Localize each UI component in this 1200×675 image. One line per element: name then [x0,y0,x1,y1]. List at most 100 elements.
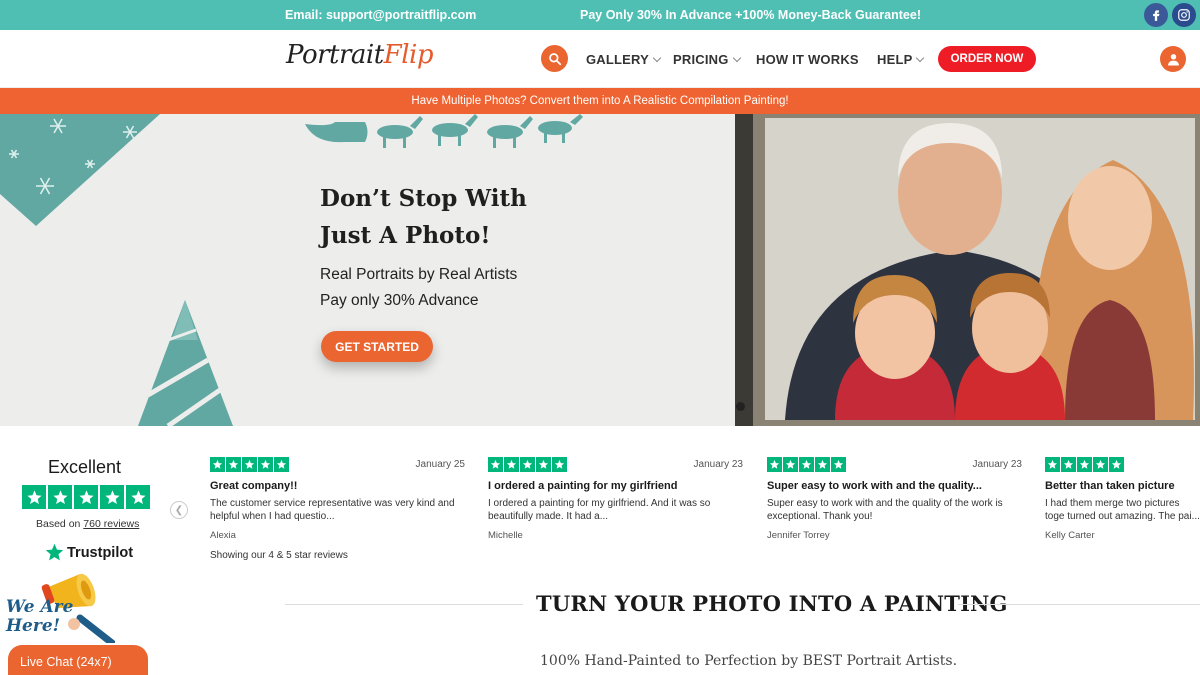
portraitflip-logo[interactable]: PortraitFlip [286,40,434,70]
review-author: Alexia [210,530,236,541]
star-icon [552,457,567,472]
hero-title-line1: Don’t Stop With [320,185,527,212]
instagram-icon[interactable] [1172,3,1196,27]
review-date: January 23 [972,459,1022,470]
review-stars [1045,457,1200,472]
search-icon [548,52,561,65]
review-card[interactable]: January 23 I ordered a painting for my g… [488,457,743,541]
review-author: Kelly Carter [1045,530,1095,541]
review-date: January 23 [693,459,743,470]
star-icon [799,457,814,472]
hero-subtitle-line1: Real Portraits by Real Artists [320,266,518,283]
facebook-icon[interactable] [1144,3,1168,27]
nav-gallery-label: GALLERY [586,52,650,67]
support-email-link[interactable]: Email: support@portraitflip.com [285,8,476,22]
based-on-prefix: Based on [36,518,84,530]
search-button[interactable] [541,45,568,72]
hero-background: Don’t Stop With Just A Photo! Real Portr… [0,114,735,426]
star-icon [767,457,782,472]
star-icon [74,485,98,509]
star-icon [1093,457,1108,472]
hero-subtitle: Real Portraits by Real Artists Pay only … [320,262,517,314]
snowflake-decoration-icon [0,114,160,226]
star-icon [831,457,846,472]
nav-pricing-label: PRICING [673,52,729,67]
chevron-left-icon: ❮ [174,504,184,516]
star-icon [1061,457,1076,472]
hero-painting-image [735,114,1200,426]
nav-help[interactable]: HELP [877,52,925,67]
review-card[interactable]: Better than taken picture I had them mer… [1045,457,1200,541]
review-author: Michelle [488,530,523,541]
trustpilot-summary: Excellent Based on 760 reviews Trustpilo… [0,426,170,576]
site-header: PortraitFlip GALLERY PRICING HOW IT WORK… [0,30,1200,88]
user-icon [1167,53,1179,65]
slider-dot[interactable] [736,402,745,411]
compilation-promo-text: Have Multiple Photos? Convert them into … [411,95,789,107]
star-icon [815,457,830,472]
trustpilot-star-icon [45,543,64,561]
star-icon [1077,457,1092,472]
trustpilot-based-on: Based on 760 reviews [36,518,139,530]
star-icon [22,485,46,509]
review-body: I had them merge two pictures toge turne… [1045,498,1200,522]
logo-text-portrait: Portrait [286,40,384,70]
star-icon [100,485,124,509]
get-started-button[interactable]: GET STARTED [321,331,433,362]
chevron-down-icon [732,53,741,63]
reviews-prev-button[interactable]: ❮ [170,501,188,519]
hero-title-line2: Just A Photo! [320,222,491,249]
sleigh-decoration-icon [305,114,583,148]
nav-how-it-works-label: HOW IT WORKS [756,52,859,67]
family-portrait-painting [765,118,1195,420]
hero-subtitle-line2: Pay only 30% Advance [320,292,479,309]
review-body: Super easy to work with and the quality … [767,498,1003,522]
review-title: I ordered a painting for my girlfriend [488,480,678,492]
review-card[interactable]: January 23 Super easy to work with and t… [767,457,1022,541]
promo-text: Pay Only 30% In Advance +100% Money-Back… [580,8,921,22]
star-icon [126,485,150,509]
section-title: TURN YOUR PHOTO INTO A PAINTING [536,591,1008,616]
review-body: I ordered a painting for my girlfriend. … [488,498,711,522]
section-subtitle: 100% Hand-Painted to Perfection by BEST … [540,653,958,669]
trustpilot-stars [22,485,150,509]
nav-pricing[interactable]: PRICING [673,52,741,67]
review-date: January 25 [415,459,465,470]
nav-help-label: HELP [877,52,913,67]
chevron-down-icon [652,53,662,63]
trustpilot-brand-text: Trustpilot [67,544,134,561]
nav-how-it-works[interactable]: HOW IT WORKS [756,52,859,67]
review-card[interactable]: January 25 Great company!! The customer … [210,457,465,541]
compilation-promo-banner[interactable]: Have Multiple Photos? Convert them into … [0,88,1200,114]
nav-gallery[interactable]: GALLERY [586,52,662,67]
top-bar: Email: support@portraitflip.com Pay Only… [0,0,1200,30]
star-icon [783,457,798,472]
star-icon [258,457,273,472]
star-icon [242,457,257,472]
trustpilot-logo[interactable]: Trustpilot [45,543,133,562]
star-icon [210,457,225,472]
star-icon [48,485,72,509]
logo-text-flip: Flip [383,40,434,70]
trustpilot-rating-word: Excellent [48,457,122,477]
here-text: Here! [6,616,61,636]
review-body: The customer service representative was … [210,498,455,522]
review-count-link[interactable]: 760 reviews [83,518,139,530]
review-author: Jennifer Torrey [767,530,830,541]
account-button[interactable] [1160,46,1186,72]
star-icon [520,457,535,472]
star-icon [1045,457,1060,472]
star-icon [488,457,503,472]
review-title: Great company!! [210,480,298,492]
star-icon [1109,457,1124,472]
we-are-text: We Are [6,597,74,617]
hero-title: Don’t Stop With Just A Photo! [320,180,620,254]
star-icon [504,457,519,472]
hero-slider: Don’t Stop With Just A Photo! Real Portr… [0,114,1200,426]
tree-decoration-icon [138,300,233,426]
section-divider-left [285,604,523,605]
review-title: Better than taken picture [1045,480,1175,492]
live-chat-button[interactable]: Live Chat (24x7) [8,645,148,675]
order-now-button[interactable]: ORDER NOW [938,46,1036,72]
review-title: Super easy to work with and the quality.… [767,480,982,492]
